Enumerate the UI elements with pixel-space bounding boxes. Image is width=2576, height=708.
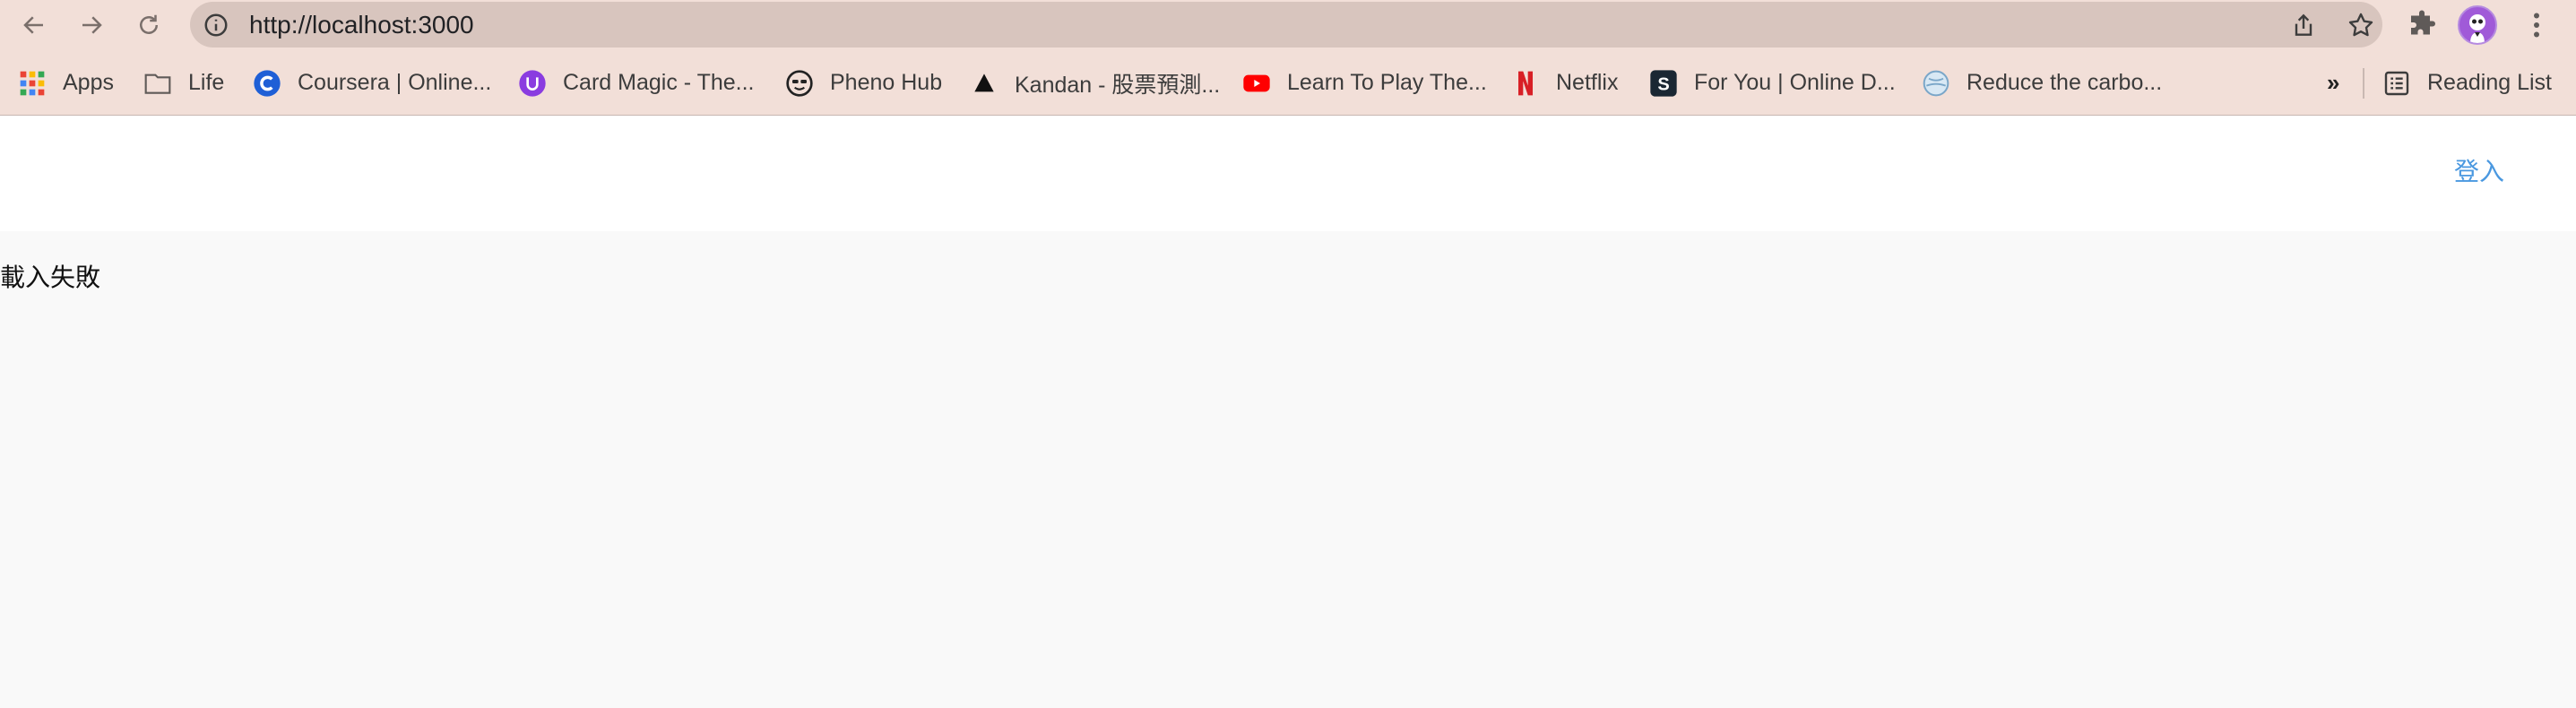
netflix-icon: [1511, 69, 1540, 98]
pheno-hub-icon: [785, 69, 814, 98]
svg-text:S: S: [1657, 74, 1669, 94]
share-icon[interactable]: [2289, 11, 2318, 39]
arrow-right-icon: [82, 16, 102, 34]
bookmark-label: For You | Online D...: [1694, 70, 1896, 95]
reading-list-label: Reading List: [2427, 70, 2552, 95]
bookmark-netflix[interactable]: Netflix: [1511, 50, 1618, 116]
reading-list-button[interactable]: Reading List: [2382, 50, 2552, 116]
forward-button[interactable]: [73, 7, 109, 43]
bookmark-pheno-hub[interactable]: Pheno Hub: [785, 50, 942, 116]
bookmark-learn-to-play[interactable]: Learn To Play The...: [1242, 50, 1487, 116]
star-icon[interactable]: [2347, 11, 2375, 39]
kandan-icon: [970, 69, 998, 98]
reload-button[interactable]: [131, 7, 167, 43]
bookmark-kandan[interactable]: Kandan - 股票預測...: [970, 50, 1220, 116]
bookmark-label: Kandan - 股票預測...: [1015, 72, 1221, 98]
kebab-menu-icon[interactable]: [2520, 9, 2553, 41]
apps-grid-icon: [18, 69, 47, 98]
info-icon[interactable]: [203, 12, 229, 39]
page-body: 載入失敗: [0, 231, 2576, 708]
page-header: 登入: [0, 117, 2576, 231]
reload-icon: [140, 14, 158, 34]
bookmark-label: Apps: [63, 70, 114, 95]
bookmark-life[interactable]: Life: [143, 50, 224, 116]
bookmark-label: Card Magic - The...: [563, 70, 755, 95]
load-error-message: 載入失敗: [0, 263, 101, 291]
bookmarks-overflow-button[interactable]: »: [2327, 50, 2339, 116]
globe-icon: [1922, 69, 1950, 98]
arrow-left-icon: [23, 16, 43, 34]
bookmark-label: Life: [188, 70, 225, 95]
bookmark-label: Netflix: [1556, 70, 1619, 95]
card-magic-icon: [518, 69, 547, 98]
bookmarks-bar: Apps Life Coursera | Online... Card Magi…: [0, 50, 2576, 116]
bookmark-for-you[interactable]: S For You | Online D...: [1649, 50, 1896, 116]
bookmark-reduce-carbon[interactable]: Reduce the carbo...: [1922, 50, 2162, 116]
url-text[interactable]: http://localhost:3000: [249, 2, 474, 47]
profile-icon: [2469, 14, 2485, 43]
reading-list-icon: [2382, 69, 2411, 98]
youtube-icon: [1242, 69, 1271, 98]
bookmark-label: Learn To Play The...: [1287, 70, 1487, 95]
bookmark-label: Coursera | Online...: [298, 70, 492, 95]
address-bar[interactable]: http://localhost:3000: [190, 2, 2382, 47]
scribd-icon: S: [1649, 69, 1678, 98]
bookmarks-divider: [2363, 68, 2364, 99]
folder-icon: [143, 69, 172, 98]
back-button[interactable]: [16, 7, 52, 43]
bookmark-coursera[interactable]: Coursera | Online...: [253, 50, 491, 116]
bookmark-label: Pheno Hub: [830, 70, 943, 95]
coursera-icon: [253, 69, 281, 98]
bookmark-label: Reduce the carbo...: [1967, 70, 2163, 95]
login-link[interactable]: 登入: [2454, 152, 2504, 188]
extensions-icon[interactable]: [2406, 9, 2438, 41]
bookmark-apps[interactable]: Apps: [18, 50, 114, 116]
profile-avatar[interactable]: [2458, 5, 2497, 45]
bookmark-card-magic[interactable]: Card Magic - The...: [518, 50, 755, 116]
browser-toolbar: http://localhost:3000: [0, 0, 2576, 50]
